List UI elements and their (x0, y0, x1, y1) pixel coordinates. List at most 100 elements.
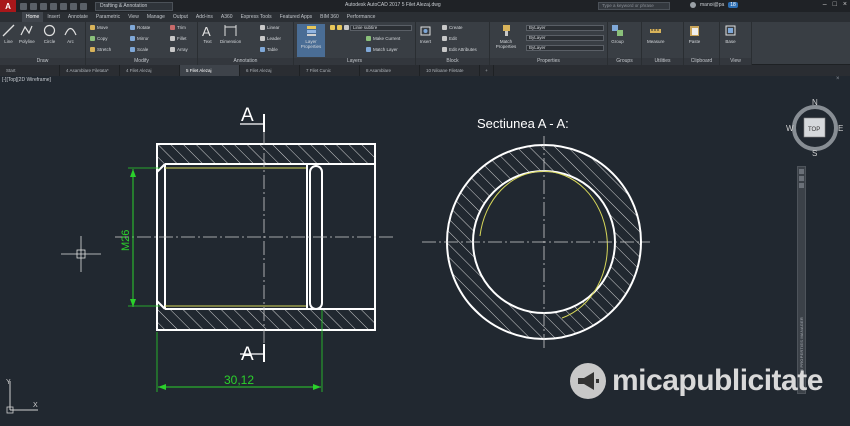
user-icon[interactable] (690, 2, 696, 8)
tab-view[interactable]: View (124, 12, 143, 22)
paste-button[interactable]: Paste (688, 24, 701, 44)
current-layer-dropdown[interactable]: Linie subtire (350, 25, 412, 31)
utilities-panel-label[interactable]: Utilities (642, 58, 683, 65)
create-block-button[interactable]: Create (442, 25, 463, 30)
match-properties-button[interactable]: Match Properties (493, 24, 519, 49)
autocad-logo[interactable]: A (0, 0, 16, 12)
line-button[interactable]: Line (2, 24, 15, 44)
linetype-dropdown[interactable]: ByLayer (526, 35, 604, 41)
viewcube-south[interactable]: S (812, 149, 817, 158)
workspace-dropdown[interactable]: Drafting & Annotation (95, 1, 173, 11)
undo-icon[interactable] (70, 2, 77, 10)
mirror-button[interactable]: Mirror (130, 36, 149, 41)
match-layer-button[interactable]: Match Layer (366, 47, 398, 52)
trim-button[interactable]: Trim (170, 25, 186, 30)
draw-panel-label[interactable]: Draw (0, 58, 85, 65)
maximize-icon[interactable]: □ (833, 1, 837, 8)
palette-pin-icon[interactable] (799, 176, 804, 181)
print-icon[interactable] (60, 2, 67, 10)
annotation-panel-label[interactable]: Annotation (198, 58, 293, 65)
copy-button[interactable]: Copy (90, 36, 108, 41)
text-button[interactable]: A Text (201, 24, 214, 44)
view-panel-label[interactable]: View (720, 58, 751, 65)
linear-button[interactable]: Linear (260, 25, 280, 30)
make-current-button[interactable]: Make Current (366, 36, 400, 41)
layers-panel-label[interactable]: Layers (294, 58, 415, 65)
doc-tab[interactable]: 8 Asamblare (360, 65, 420, 76)
doc-tab[interactable]: 7 Filet Cunic (300, 65, 360, 76)
new-icon[interactable] (20, 2, 27, 10)
close-icon[interactable]: × (843, 1, 847, 8)
arc-icon (64, 27, 77, 36)
leader-button[interactable]: Leader (260, 36, 281, 41)
scale-icon (130, 47, 135, 52)
dimension-button[interactable]: Dimension (220, 24, 241, 44)
longitudinal-section[interactable]: A A (115, 105, 395, 365)
minimize-icon[interactable]: – (823, 1, 827, 8)
tab-express-tools[interactable]: Express Tools (237, 12, 276, 22)
tab-a360[interactable]: A360 (217, 12, 237, 22)
scale-button[interactable]: Scale (130, 47, 148, 52)
sun-icon[interactable] (337, 25, 342, 30)
group-button[interactable]: Group (611, 24, 624, 44)
stretch-button[interactable]: Stretch (90, 47, 111, 52)
viewcube[interactable]: TOP N S E W (786, 98, 843, 158)
table-button[interactable]: Table (260, 47, 278, 52)
layer-properties-button[interactable]: Layer Properties (297, 24, 325, 57)
base-button[interactable]: Base (724, 24, 737, 44)
fillet-button[interactable]: Fillet (170, 36, 187, 41)
clipboard-panel-label[interactable]: Clipboard (684, 58, 719, 65)
dimensions[interactable]: M26 30,12 (120, 167, 323, 392)
cross-section[interactable]: Sectiunea A - A: (422, 116, 650, 351)
polyline-button[interactable]: Polyline (19, 24, 35, 44)
groups-panel-label[interactable]: Groups (608, 58, 641, 65)
tab-insert[interactable]: Insert (43, 12, 64, 22)
doc-tab-start[interactable]: Start (0, 65, 60, 76)
saveas-icon[interactable] (50, 2, 57, 10)
search-input[interactable]: Type a keyword or phrase (598, 2, 670, 10)
doc-tab[interactable]: 6 Filet Alezaj (240, 65, 300, 76)
tab-home[interactable]: Home (22, 12, 44, 22)
lock-icon[interactable] (344, 25, 349, 30)
username[interactable]: manoi@pa (700, 2, 724, 8)
move-button[interactable]: Move (90, 25, 108, 30)
doc-tab[interactable]: 4 Asamblare Filetata* (60, 65, 120, 76)
tab-parametric[interactable]: Parametric (92, 12, 124, 22)
viewcube-north[interactable]: N (812, 98, 818, 107)
viewcube-west[interactable]: W (786, 124, 794, 133)
tab-bim360[interactable]: BIM 360 (316, 12, 343, 22)
insert-button[interactable]: Insert (419, 24, 432, 44)
properties-panel-label[interactable]: Properties (490, 58, 607, 65)
tab-output[interactable]: Output (169, 12, 192, 22)
modify-panel: Move Rotate Trim Copy Mirror Fillet Stre… (86, 22, 198, 65)
doc-tab[interactable]: 10 Niloane Filetate (420, 65, 480, 76)
color-dropdown[interactable]: ByLayer (526, 25, 604, 31)
doc-tab[interactable]: 4 Filet Alezaj (120, 65, 180, 76)
open-icon[interactable] (30, 2, 37, 10)
tab-addins[interactable]: Add-ins (192, 12, 217, 22)
arc-button[interactable]: Arc (64, 24, 77, 44)
lineweight-dropdown[interactable]: ByLayer (526, 45, 604, 51)
tab-featured-apps[interactable]: Featured Apps (276, 12, 317, 22)
viewcube-east[interactable]: E (838, 124, 843, 133)
bulb-icon[interactable] (330, 25, 335, 30)
palette-options-icon[interactable] (799, 183, 804, 188)
tab-performance[interactable]: Performance (343, 12, 380, 22)
new-tab-button[interactable]: + (480, 65, 494, 76)
notifications-badge[interactable]: 18 (728, 2, 738, 8)
palette-close-icon[interactable] (799, 169, 804, 174)
measure-button[interactable]: Measure (647, 24, 665, 44)
circle-button[interactable]: Circle (43, 24, 56, 44)
edit-attributes-button[interactable]: Edit Attributes (442, 47, 477, 52)
array-button[interactable]: Array (170, 47, 188, 52)
block-panel-label[interactable]: Block (416, 58, 489, 65)
tab-annotate[interactable]: Annotate (64, 12, 92, 22)
edit-block-button[interactable]: Edit (442, 36, 457, 41)
save-icon[interactable] (40, 2, 47, 10)
modify-panel-label[interactable]: Modify (86, 58, 197, 65)
doc-tab-active[interactable]: 5 Filet Alezaj (180, 65, 240, 76)
rotate-button[interactable]: Rotate (130, 25, 150, 30)
layer-properties-palette-strip[interactable]: LAYER PROPERTIES MANAGER (797, 166, 806, 394)
tab-manage[interactable]: Manage (143, 12, 169, 22)
redo-icon[interactable] (80, 2, 87, 10)
